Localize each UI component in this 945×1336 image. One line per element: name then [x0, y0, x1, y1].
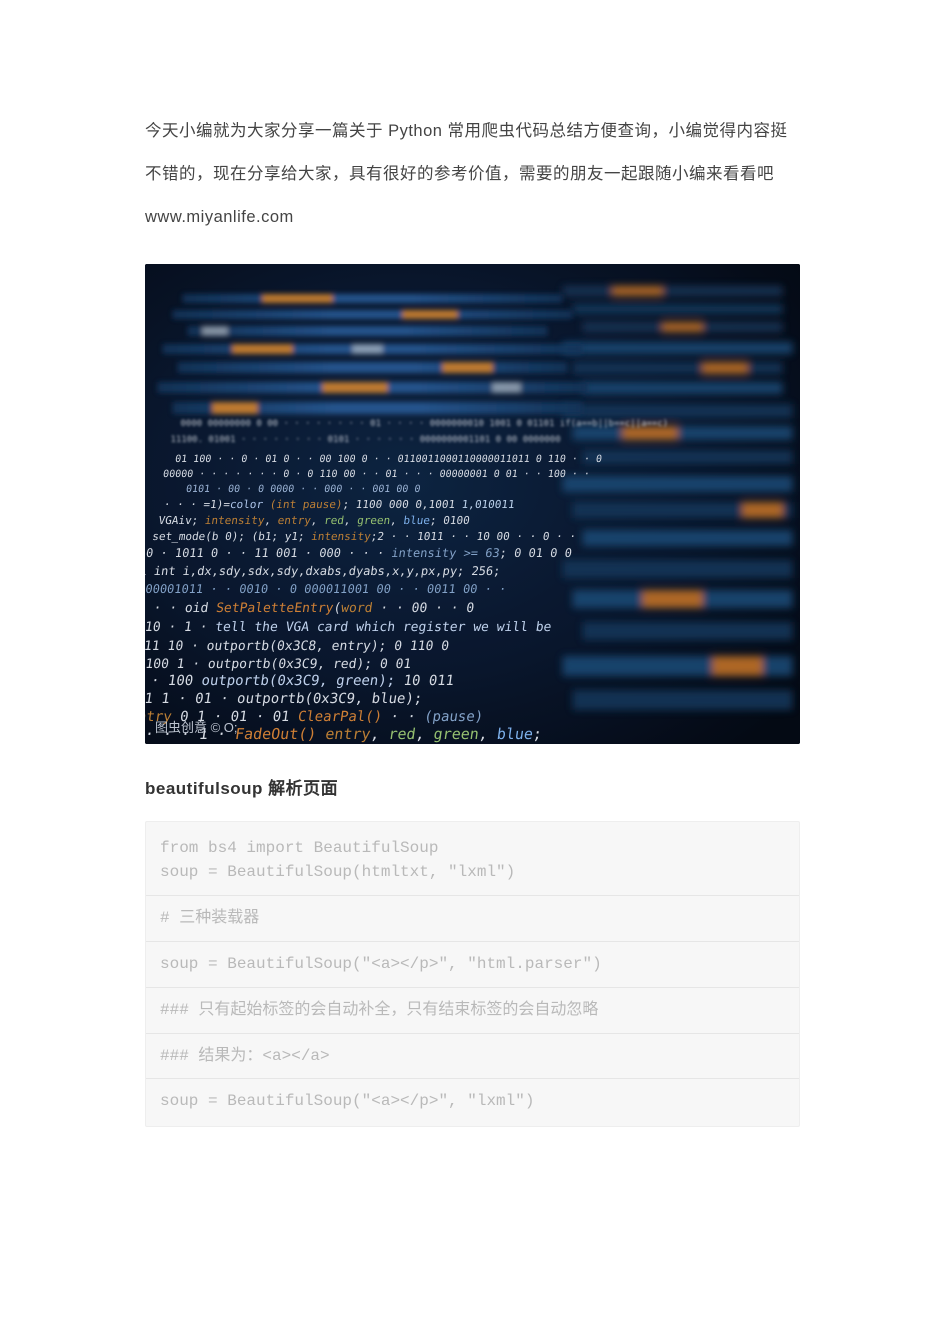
code-line: ### 只有起始标签的会自动补全，只有结束标签的会自动忽略 [160, 998, 785, 1023]
hero-image: 0000 00000000 0 00 · · · · · · · · 01 · … [145, 264, 800, 744]
code-line: ### 结果为：<a></a> [160, 1044, 785, 1069]
intro-paragraph: 今天小编就为大家分享一篇关于 Python 常用爬虫代码总结方便查询，小编觉得内… [145, 110, 800, 239]
code-line: from bs4 import BeautifulSoup [160, 836, 785, 861]
section-heading: beautifulsoup 解析页面 [145, 774, 800, 799]
code-block: from bs4 import BeautifulSoup soup = Bea… [145, 821, 800, 1128]
image-watermark: 图虫创意 © O; [155, 717, 238, 736]
code-line: soup = BeautifulSoup("<a></p>", "lxml") [160, 1089, 785, 1114]
code-line: # 三种装载器 [160, 906, 785, 931]
code-line: soup = BeautifulSoup(htmltxt, "lxml") [160, 860, 785, 885]
hero-svg: 0000 00000000 0 00 · · · · · · · · 01 · … [145, 264, 800, 744]
code-line: soup = BeautifulSoup("<a></p>", "html.pa… [160, 952, 785, 977]
